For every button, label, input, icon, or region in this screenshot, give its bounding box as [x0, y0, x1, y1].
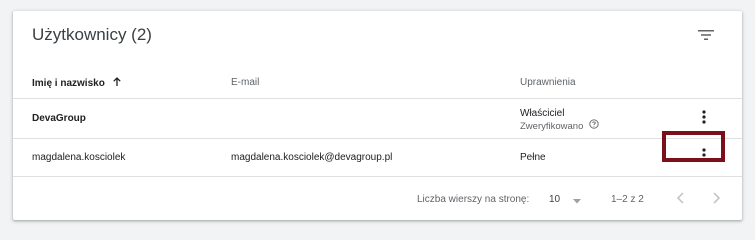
column-header-permissions[interactable]: Uprawnienia	[520, 77, 576, 88]
rows-per-page-label: Liczba wierszy na stronę:	[417, 194, 530, 205]
table-header: Imię i nazwisko E-mail Uprawnienia	[13, 69, 742, 99]
filter-button[interactable]	[694, 25, 718, 45]
table-row[interactable]: DevaGroup Właściciel Zweryfikowano	[13, 100, 742, 139]
more-options-button[interactable]	[698, 148, 710, 166]
pagination-footer: Liczba wierszy na stronę: 10 1–2 z 2	[13, 177, 742, 220]
table-row[interactable]: magdalena.kosciolek magdalena.kosciolek@…	[13, 139, 742, 177]
user-name: DevaGroup	[32, 113, 86, 124]
verification-status-label: Zweryfikowano	[520, 121, 584, 133]
pagination-range: 1–2 z 2	[611, 194, 644, 205]
column-header-name[interactable]: Imię i nazwisko	[32, 77, 122, 90]
verification-status: Zweryfikowano	[520, 119, 599, 133]
previous-page-button[interactable]	[673, 190, 689, 206]
arrow-up-icon	[112, 77, 122, 90]
more-vert-icon	[702, 110, 706, 124]
more-vert-icon	[702, 148, 706, 162]
help-icon[interactable]	[589, 119, 599, 132]
caret-down-icon	[573, 196, 581, 207]
next-page-button[interactable]	[708, 190, 724, 206]
column-header-email[interactable]: E-mail	[231, 77, 259, 88]
card-header: Użytkownicy (2)	[13, 11, 742, 61]
rows-per-page-select[interactable]: 10	[549, 194, 585, 205]
filter-icon	[698, 30, 714, 40]
user-email: magdalena.kosciolek@devagroup.pl	[231, 152, 393, 163]
more-options-button[interactable]	[698, 110, 710, 128]
chevron-left-icon	[676, 192, 684, 204]
user-permission: Właściciel	[520, 108, 565, 119]
column-header-name-label: Imię i nazwisko	[32, 78, 105, 90]
chevron-right-icon	[713, 192, 721, 204]
user-permission: Pełne	[520, 152, 546, 163]
user-name: magdalena.kosciolek	[32, 152, 126, 163]
users-card: Użytkownicy (2) Imię i nazwisko E-mail U…	[13, 11, 742, 220]
rows-per-page-value: 10	[549, 194, 561, 205]
page-title: Użytkownicy (2)	[32, 25, 152, 44]
